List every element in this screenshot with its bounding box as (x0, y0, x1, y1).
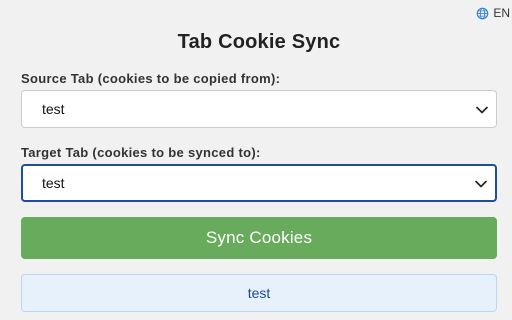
globe-icon (476, 7, 489, 20)
chevron-down-icon (476, 101, 488, 117)
page-title: Tab Cookie Sync (177, 31, 341, 53)
chevron-down-icon (475, 175, 487, 191)
language-switcher[interactable]: EN (476, 6, 510, 20)
language-code: EN (493, 6, 510, 20)
target-tab-label: Target Tab (cookies to be synced to): (21, 145, 261, 160)
target-tab-value: test (42, 175, 65, 191)
target-tab-select[interactable]: test (21, 164, 497, 202)
sync-cookies-button[interactable]: Sync Cookies (21, 217, 497, 259)
source-tab-value: test (42, 101, 65, 117)
source-tab-label: Source Tab (cookies to be copied from): (21, 71, 281, 86)
source-tab-select[interactable]: test (21, 90, 497, 128)
status-message: test (21, 274, 497, 312)
